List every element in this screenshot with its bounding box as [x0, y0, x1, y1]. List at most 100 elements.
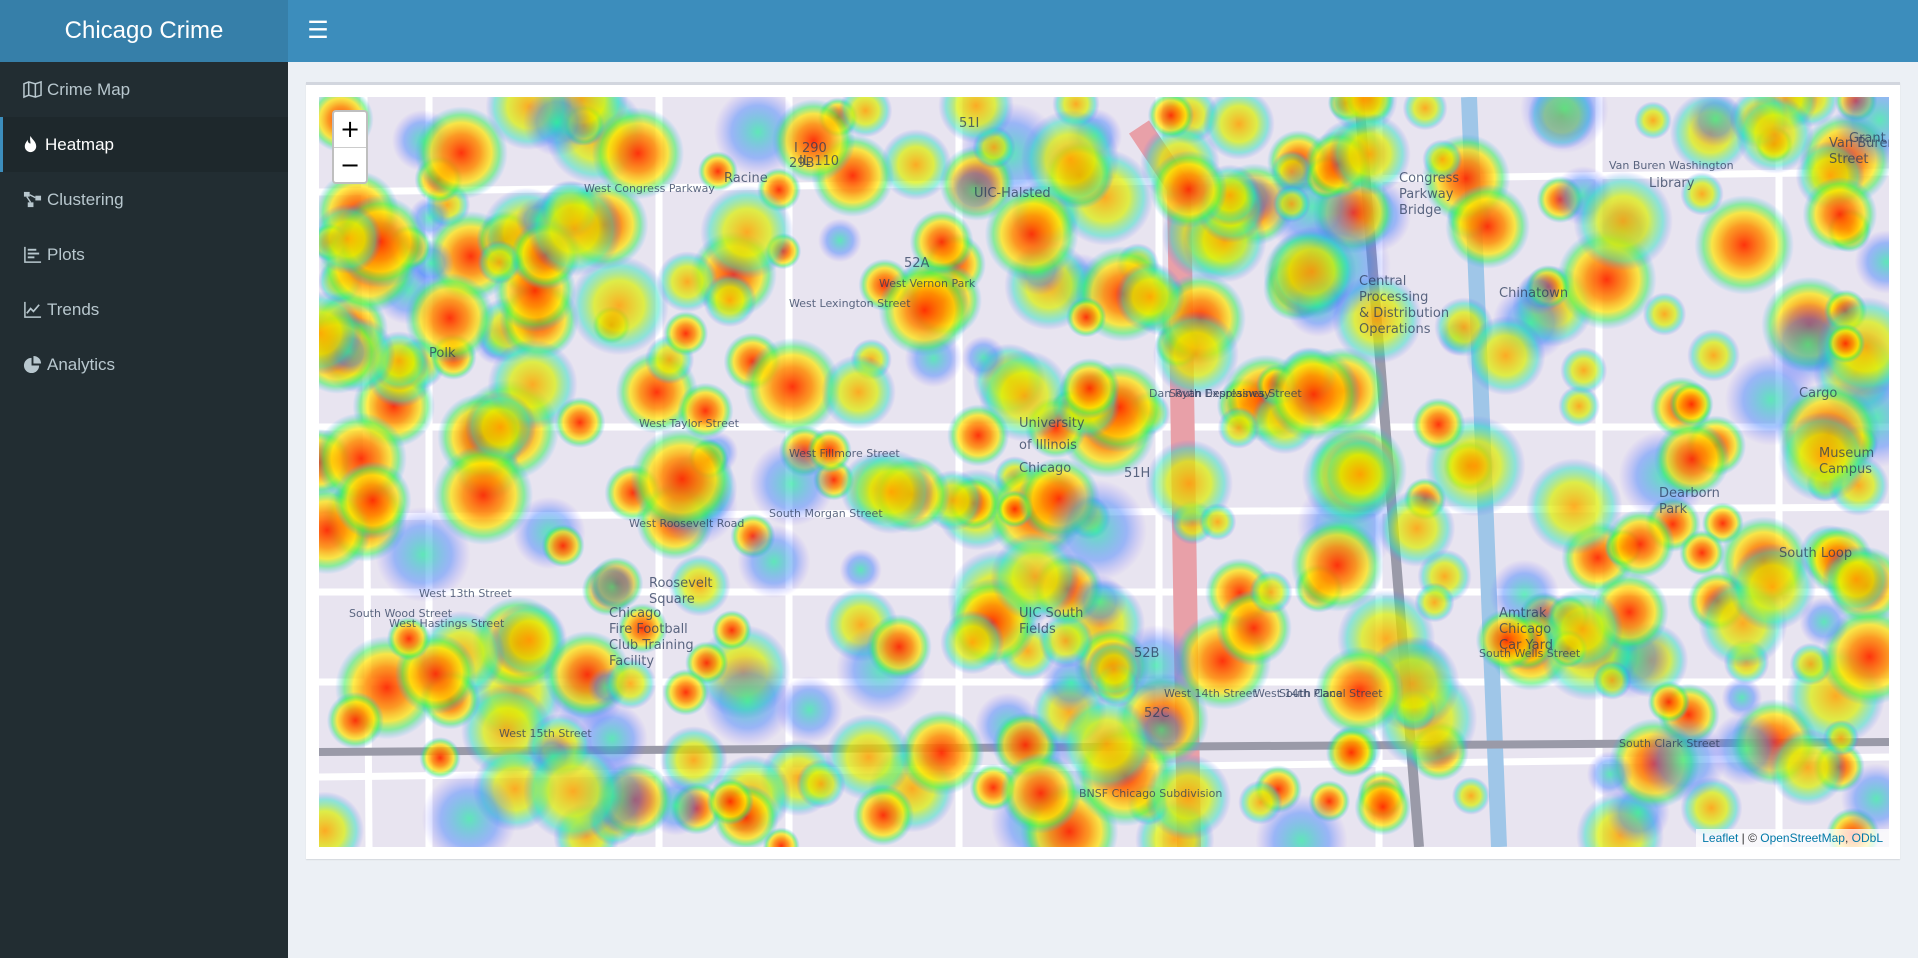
heat-blob — [737, 525, 811, 599]
map-label: Bridge — [1399, 203, 1441, 218]
map-label: Chicago — [609, 606, 661, 621]
heat-blob — [1465, 315, 1546, 396]
map-label: Racine — [724, 171, 768, 186]
map-label: South Canal Street — [1279, 687, 1383, 700]
sidebar-item-label: Trends — [47, 299, 100, 319]
heat-blob — [1735, 97, 1814, 174]
map-label: Club Training — [609, 638, 694, 653]
map-label: I 290 — [794, 141, 827, 156]
map-attribution: Leaflet | © OpenStreetMap, ODbL — [1696, 829, 1889, 847]
heat-blob — [1059, 696, 1154, 791]
map-label: Dearborn — [1659, 486, 1720, 501]
heat-blob — [818, 218, 862, 263]
map-label: Polk — [429, 346, 456, 361]
heat-blob — [523, 741, 623, 842]
heat-blob — [1066, 297, 1107, 338]
map-label: Library — [1649, 176, 1695, 191]
leaflet-link[interactable]: Leaflet — [1702, 831, 1738, 845]
heat-blob — [821, 354, 896, 430]
heat-blob — [866, 614, 932, 680]
heat-blob — [1560, 346, 1608, 394]
heat-blob — [796, 759, 846, 809]
map-icon — [23, 80, 45, 100]
map-label: 52C — [1144, 706, 1170, 721]
heat-blob — [1669, 382, 1714, 427]
sidebar: Crime Map Heatmap Clustering Plots Trend… — [0, 62, 288, 958]
heat-blob — [1647, 680, 1690, 724]
zoom-control: + − — [332, 110, 368, 184]
zoom-in-button[interactable]: + — [334, 112, 366, 148]
app-brand[interactable]: Chicago Crime — [0, 0, 288, 62]
map-label: UIC South — [1019, 606, 1083, 621]
map-label: Van Buren — [1829, 136, 1889, 151]
heat-blob — [333, 461, 412, 540]
map-label: of Illinois — [1019, 438, 1077, 453]
heat-blob — [852, 784, 914, 846]
map-label: South Clark Street — [1619, 737, 1720, 750]
heat-blob — [1586, 751, 1633, 798]
line-chart-icon — [23, 300, 45, 320]
map-label: West Lexington Street — [789, 297, 911, 310]
heat-blob — [1799, 597, 1849, 647]
map-label: Chinatown — [1499, 286, 1568, 301]
map-label: BNSF Chicago Subdivision — [1079, 787, 1222, 800]
heat-blob — [984, 187, 1079, 282]
map-canvas[interactable]: West Congress ParkwayRacineUIC-HalstedDa… — [319, 97, 1889, 847]
zoom-out-button[interactable]: − — [334, 148, 366, 182]
heat-blob — [1605, 509, 1675, 579]
map-label: West 13th Street — [419, 587, 512, 600]
heat-blob — [1445, 184, 1530, 269]
map-label: South Loop — [1779, 546, 1852, 561]
sidebar-item-label: Analytics — [47, 354, 116, 374]
heat-blob — [940, 610, 1005, 675]
map-label: Chicago — [1019, 461, 1071, 476]
map-label: 51H — [1124, 466, 1150, 481]
map-label: Campus — [1819, 462, 1872, 477]
heat-blob — [1687, 329, 1740, 382]
sidebar-item-plots[interactable]: Plots — [0, 227, 288, 282]
map-label: Fire Football — [609, 622, 688, 637]
bar-list-icon — [23, 245, 45, 265]
odbl-link[interactable]: ODbL — [1852, 831, 1883, 845]
map-label: South Wells Street — [1479, 647, 1581, 660]
heat-blob — [326, 691, 384, 749]
sidebar-item-label: Plots — [47, 244, 85, 264]
heat-blob — [1592, 660, 1632, 700]
heat-blob — [1642, 292, 1687, 336]
heat-blob — [1059, 358, 1120, 419]
pie-chart-icon — [23, 355, 45, 375]
sidebar-toggle-icon[interactable]: ☰ — [302, 14, 334, 48]
map-label: 29B — [789, 156, 814, 171]
sidebar-item-clustering[interactable]: Clustering — [0, 172, 288, 227]
map-label: Congress — [1399, 171, 1459, 186]
heat-blob — [554, 396, 606, 449]
heat-blob — [1825, 323, 1866, 364]
heat-blob — [630, 427, 734, 531]
top-navbar: Chicago Crime ☰ — [0, 0, 1918, 62]
sidebar-item-trends[interactable]: Trends — [0, 282, 288, 337]
map-label: West Congress Parkway — [584, 182, 715, 195]
heatmap-map[interactable]: West Congress Parkway Racine UIC-Halsted Da… — [319, 97, 1889, 847]
heat-blob — [1641, 717, 1726, 803]
sidebar-item-analytics[interactable]: Analytics — [0, 337, 288, 392]
sidebar-item-crime-map[interactable]: Crime Map — [0, 62, 288, 117]
heat-blob — [1451, 776, 1491, 815]
map-label: West Vernon Park — [879, 277, 976, 290]
map-label: 52B — [1134, 646, 1159, 661]
heat-blob — [1045, 479, 1147, 581]
osm-link[interactable]: OpenStreetMap — [1760, 831, 1845, 845]
map-label: Cargo — [1799, 386, 1837, 401]
heat-blob — [541, 524, 585, 568]
heat-blob — [1321, 435, 1400, 514]
heat-blob — [414, 106, 508, 200]
map-label: West 14th Street — [1164, 687, 1257, 700]
map-label: Van Buren Washington — [1609, 159, 1734, 172]
map-label: West Fillmore Street — [789, 447, 900, 460]
heat-blob — [1152, 311, 1239, 398]
map-label: Street — [1829, 152, 1869, 167]
heat-blob — [706, 778, 754, 825]
heat-blob — [527, 181, 623, 277]
map-label: Park — [1659, 502, 1688, 517]
heat-blob — [848, 449, 934, 535]
sidebar-item-heatmap[interactable]: Heatmap — [0, 117, 288, 172]
